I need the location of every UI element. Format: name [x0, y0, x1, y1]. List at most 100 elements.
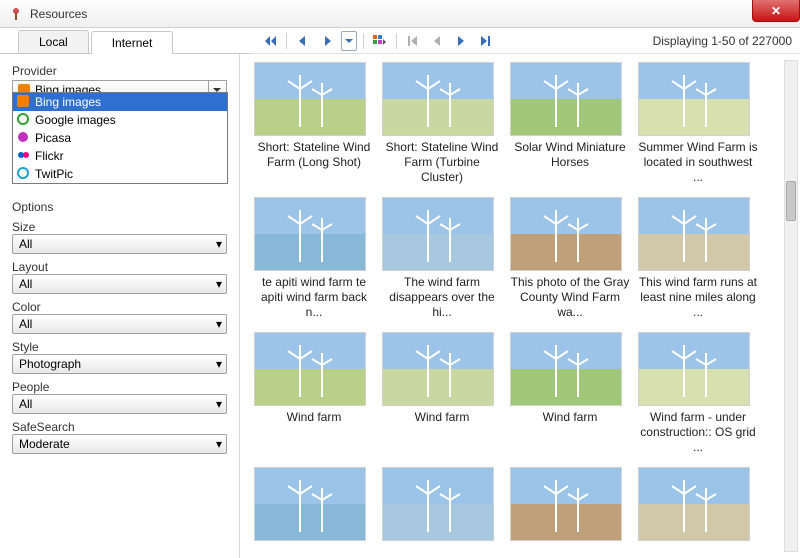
caption: Wind farm — [510, 410, 630, 440]
thumbnail — [510, 62, 622, 136]
caption — [510, 545, 630, 558]
result-item[interactable]: This wind farm runs at least nine miles … — [638, 197, 758, 320]
style-label: Style — [12, 340, 227, 354]
caption: Solar Wind Miniature Horses — [510, 140, 630, 170]
layout-combo[interactable]: All▾ — [12, 274, 227, 294]
provider-label: Provider — [12, 64, 227, 78]
first-icon[interactable] — [403, 31, 423, 51]
provider-option-bing[interactable]: Bing images — [13, 93, 227, 111]
caption: Wind farm - under construction:: OS grid… — [638, 410, 758, 455]
result-item[interactable]: Solar Wind Miniature Horses — [510, 62, 630, 185]
caption: This photo of the Gray County Wind Farm … — [510, 275, 630, 320]
result-item[interactable] — [638, 467, 758, 558]
dropdown-icon[interactable] — [341, 31, 357, 51]
prev-icon[interactable] — [427, 31, 447, 51]
tab-internet[interactable]: Internet — [91, 31, 174, 54]
provider-option-twitpic[interactable]: TwitPic — [13, 165, 227, 183]
provider-dropdown: Bing images Google images Picasa Flickr … — [12, 92, 228, 184]
result-item[interactable] — [510, 467, 630, 558]
thumbnail — [638, 467, 750, 541]
caption: Wind farm — [254, 410, 374, 440]
result-item[interactable]: This photo of the Gray County Wind Farm … — [510, 197, 630, 320]
result-item[interactable]: Short: Stateline Wind Farm (Long Shot) — [254, 62, 374, 185]
tab-local[interactable]: Local — [18, 30, 89, 53]
view-icon[interactable] — [370, 31, 390, 51]
forward-icon[interactable] — [317, 31, 337, 51]
bing-icon — [17, 95, 31, 109]
style-combo[interactable]: Photograph▾ — [12, 354, 227, 374]
thumbnail — [382, 467, 494, 541]
provider-option-google[interactable]: Google images — [13, 111, 227, 129]
chevron-down-icon: ▾ — [216, 317, 222, 331]
thumbnail — [638, 332, 750, 406]
thumbnail — [638, 62, 750, 136]
color-combo[interactable]: All▾ — [12, 314, 227, 334]
safesearch-label: SafeSearch — [12, 420, 227, 434]
thumbnail — [382, 332, 494, 406]
close-button[interactable]: ✕ — [752, 0, 800, 22]
thumbnail — [510, 332, 622, 406]
safesearch-combo[interactable]: Moderate▾ — [12, 434, 227, 454]
thumbnail — [510, 467, 622, 541]
people-combo[interactable]: All▾ — [12, 394, 227, 414]
chevron-down-icon: ▾ — [216, 237, 222, 251]
caption — [382, 545, 502, 558]
window-title: Resources — [30, 7, 87, 21]
last-icon[interactable] — [475, 31, 495, 51]
color-label: Color — [12, 300, 227, 314]
google-icon — [17, 113, 31, 127]
thumbnail — [382, 197, 494, 271]
caption — [254, 545, 374, 558]
thumbnail — [254, 332, 366, 406]
layout-label: Layout — [12, 260, 227, 274]
result-item[interactable] — [254, 467, 374, 558]
titlebar: Resources ✕ — [0, 0, 800, 28]
result-item[interactable] — [382, 467, 502, 558]
result-item[interactable]: Wind farm — [510, 332, 630, 455]
caption: te apiti wind farm te apiti wind farm ba… — [254, 275, 374, 320]
sidebar: Provider Bing images Bing images Google … — [0, 54, 240, 558]
result-item[interactable]: Short: Stateline Wind Farm (Turbine Clus… — [382, 62, 502, 185]
caption: This wind farm runs at least nine miles … — [638, 275, 758, 320]
thumbnail — [254, 467, 366, 541]
close-icon: ✕ — [771, 4, 781, 18]
size-combo[interactable]: All▾ — [12, 234, 227, 254]
provider-option-picasa[interactable]: Picasa — [13, 129, 227, 147]
flickr-icon — [17, 149, 31, 163]
thumbnail — [382, 62, 494, 136]
options-label: Options — [12, 200, 227, 214]
provider-option-flickr[interactable]: Flickr — [13, 147, 227, 165]
chevron-down-icon: ▾ — [216, 437, 222, 451]
caption: Short: Stateline Wind Farm (Turbine Clus… — [382, 140, 502, 185]
separator — [286, 33, 287, 49]
thumbnail — [510, 197, 622, 271]
people-label: People — [12, 380, 227, 394]
chevron-down-icon: ▾ — [216, 397, 222, 411]
scrollbar-thumb[interactable] — [786, 181, 796, 221]
back-icon[interactable] — [293, 31, 313, 51]
result-item[interactable]: Summer Wind Farm is located in southwest… — [638, 62, 758, 185]
scrollbar[interactable] — [784, 60, 798, 552]
chevron-down-icon: ▾ — [216, 277, 222, 291]
picasa-icon — [17, 131, 31, 145]
result-item[interactable]: Wind farm — [254, 332, 374, 455]
result-item[interactable]: Wind farm — [382, 332, 502, 455]
result-item[interactable]: te apiti wind farm te apiti wind farm ba… — [254, 197, 374, 320]
caption: The wind farm disappears over the hi... — [382, 275, 502, 320]
separator — [396, 33, 397, 49]
thumbnail — [254, 62, 366, 136]
result-item[interactable]: Wind farm - under construction:: OS grid… — [638, 332, 758, 455]
thumbnail — [254, 197, 366, 271]
app-icon — [8, 6, 24, 22]
toolbar: Displaying 1-50 of 227000 — [250, 28, 800, 54]
results-pane: Short: Stateline Wind Farm (Long Shot) Sh… — [240, 54, 800, 558]
caption: Short: Stateline Wind Farm (Long Shot) — [254, 140, 374, 170]
caption: Wind farm — [382, 410, 502, 440]
size-label: Size — [12, 220, 227, 234]
result-item[interactable]: The wind farm disappears over the hi... — [382, 197, 502, 320]
twitpic-icon — [17, 167, 31, 181]
caption: Summer Wind Farm is located in southwest… — [638, 140, 758, 185]
rewind-icon[interactable] — [260, 31, 280, 51]
next-icon[interactable] — [451, 31, 471, 51]
chevron-down-icon: ▾ — [216, 357, 222, 371]
